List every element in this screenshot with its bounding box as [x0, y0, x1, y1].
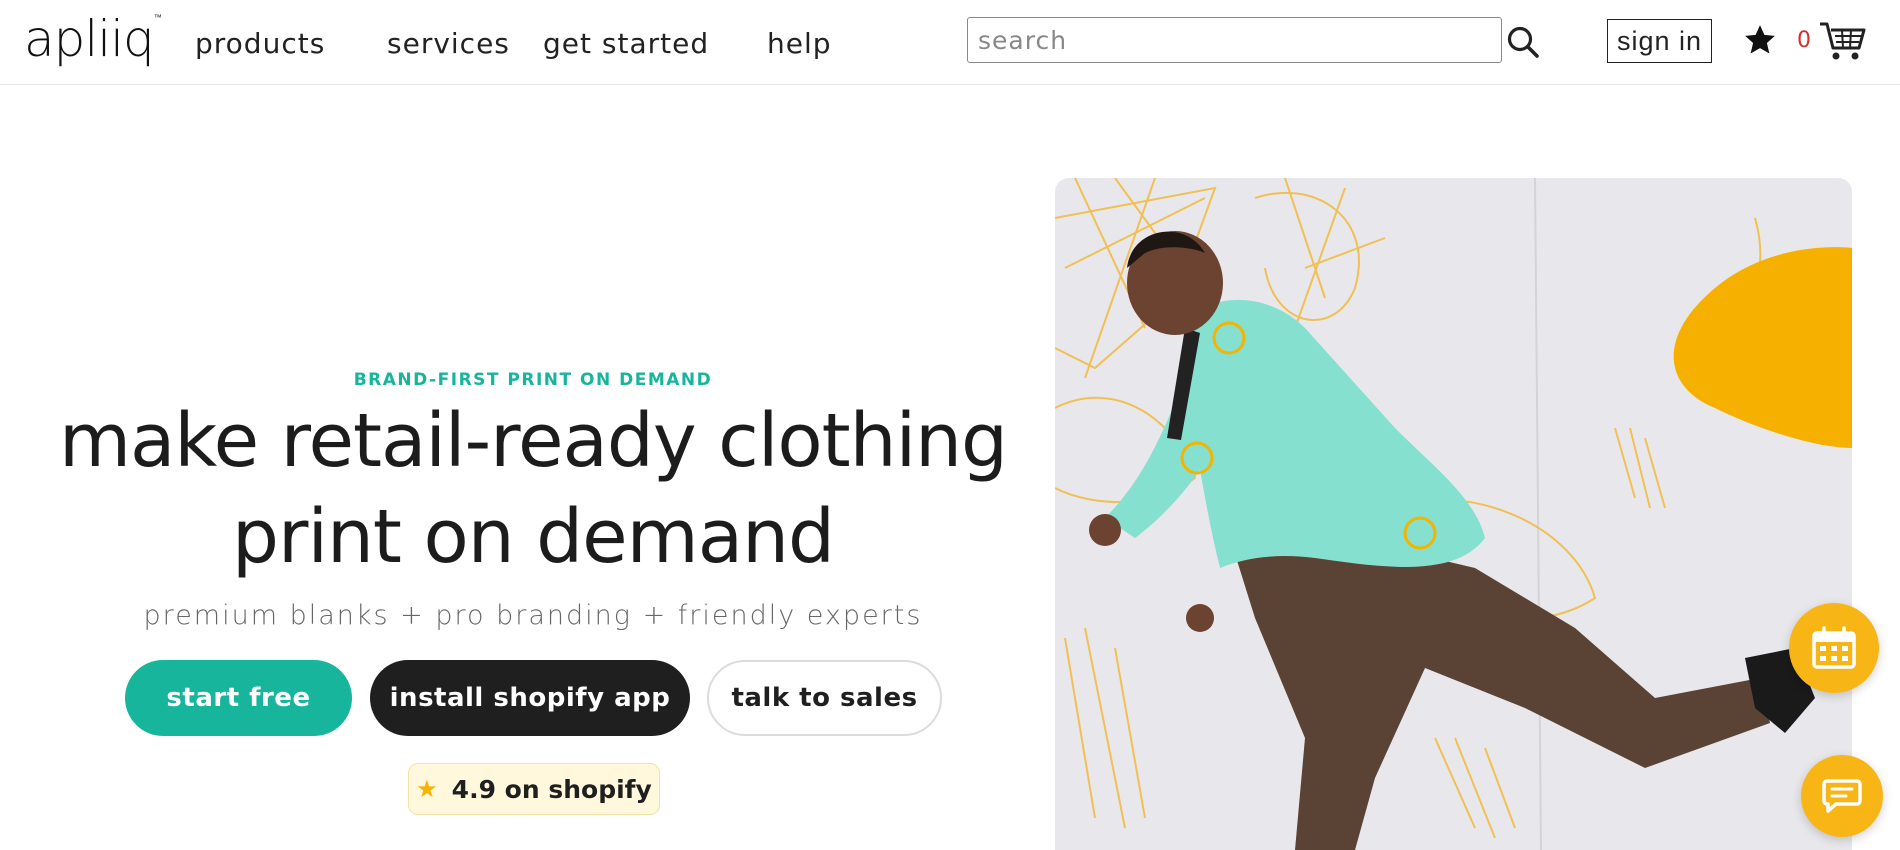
hero-photo-illustration	[1055, 178, 1852, 850]
hero-subhead: premium blanks + pro branding + friendly…	[143, 600, 923, 631]
calendar-icon	[1812, 626, 1856, 669]
talk-to-sales-button[interactable]: talk to sales	[707, 660, 942, 736]
hero-headline: make retail-ready clothing print on dema…	[0, 393, 1066, 585]
hero-eyebrow: BRAND-FIRST PRINT ON DEMAND	[353, 370, 713, 390]
live-chat-button[interactable]	[1801, 755, 1883, 837]
cart-count: 0	[1797, 28, 1811, 53]
cart-icon[interactable]	[1818, 20, 1866, 62]
nav-item-help[interactable]: help	[767, 27, 832, 60]
nav-item-products[interactable]: products	[195, 27, 325, 60]
rating-star-icon: ★	[416, 775, 438, 803]
star-icon[interactable]	[1742, 23, 1778, 57]
schedule-call-button[interactable]	[1789, 603, 1879, 693]
start-free-button[interactable]: start free	[125, 660, 352, 736]
logo-trademark: ™	[153, 13, 162, 22]
shopify-rating-badge: ★ 4.9 on shopify	[408, 763, 660, 815]
hero-image	[1055, 178, 1852, 850]
nav-item-services[interactable]: services	[387, 27, 510, 60]
apliiq-logo[interactable]: apliiq™	[24, 13, 162, 65]
nav-item-get-started[interactable]: get started	[543, 27, 709, 60]
search-input[interactable]	[967, 17, 1502, 63]
install-shopify-app-button[interactable]: install shopify app	[370, 660, 690, 736]
rating-text: 4.9 on shopify	[451, 774, 652, 804]
headline-line-1: make retail-ready clothing	[58, 398, 1008, 484]
sign-in-button[interactable]: sign in	[1607, 19, 1713, 63]
headline-line-2: print on demand	[232, 494, 835, 580]
site-header: apliiq™ products services get started he…	[0, 0, 1900, 85]
logo-text: apliiq	[24, 10, 155, 68]
search-icon[interactable]	[1506, 25, 1540, 59]
chat-icon	[1822, 779, 1862, 813]
